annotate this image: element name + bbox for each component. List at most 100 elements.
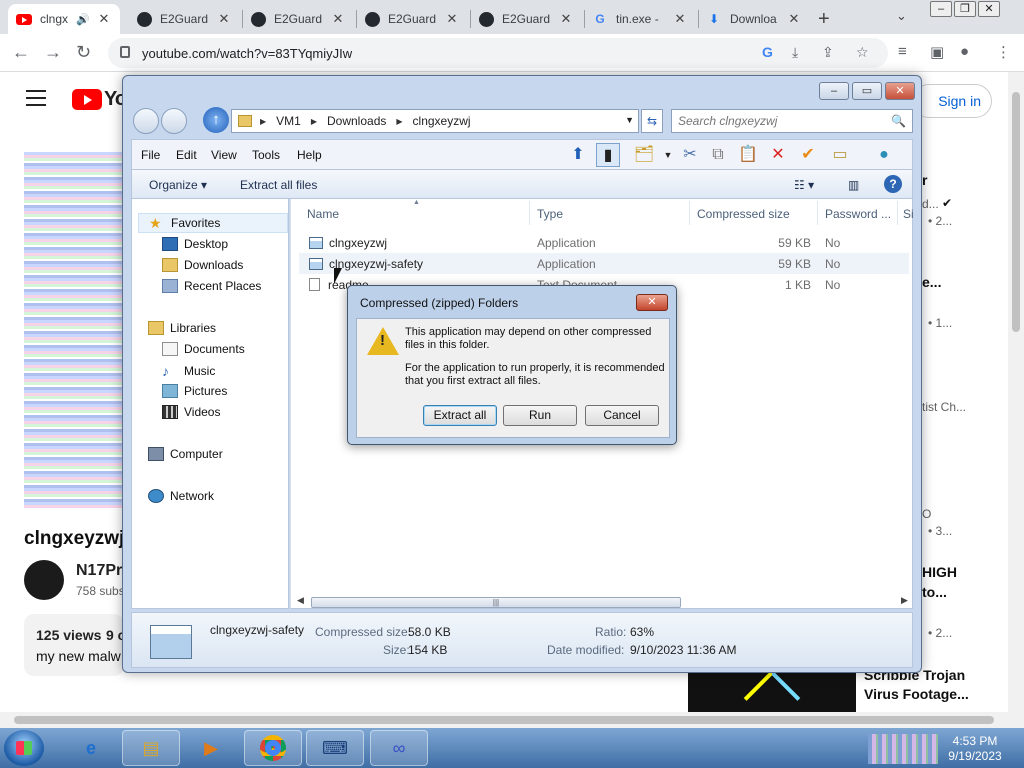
breadcrumb-vm1[interactable]: VM1 xyxy=(276,114,301,128)
forward-icon[interactable]: → xyxy=(44,42,62,63)
close-tab-icon[interactable]: ✕ xyxy=(216,11,232,27)
page-horizontal-scrollbar[interactable] xyxy=(0,712,1024,728)
description-box[interactable] xyxy=(24,614,124,676)
bookmark-star-icon[interactable]: ☆ xyxy=(856,44,869,61)
breadcrumb-chevron-icon[interactable]: ▶ xyxy=(260,117,266,126)
google-lens-icon[interactable]: G xyxy=(762,44,773,60)
address-dropdown-icon[interactable]: ▼ xyxy=(625,115,634,125)
new-tab-icon[interactable]: + xyxy=(818,8,830,31)
change-view-icon[interactable]: ☷ ▾ xyxy=(794,178,814,192)
channel-name[interactable]: N17Pr xyxy=(76,562,122,580)
menu-tools[interactable]: Tools xyxy=(252,148,280,162)
back-icon[interactable]: ← xyxy=(12,42,30,63)
extract-all-files-button[interactable]: Extract all files xyxy=(240,178,317,192)
file-row[interactable]: clngxeyzwj Application 59 KB No xyxy=(299,232,909,253)
checkmark-icon[interactable]: ✔ xyxy=(796,143,820,167)
tab-search-chevron-icon[interactable]: ⌄ xyxy=(896,8,907,24)
breadcrumb-chevron-icon[interactable]: ▶ xyxy=(396,117,402,126)
close-tab-icon[interactable]: ✕ xyxy=(786,11,802,27)
scrollbar-thumb[interactable] xyxy=(14,716,994,724)
search-icon[interactable]: 🔍 xyxy=(891,114,906,128)
back-icon[interactable] xyxy=(133,108,159,134)
address-bar[interactable]: youtube.com/watch?v=83TYqmiyJIw G ⤓ ⇪ ☆ xyxy=(108,38,888,68)
nav-computer[interactable]: Computer xyxy=(148,447,223,461)
properties-icon[interactable]: ▭ xyxy=(828,143,852,167)
nav-downloads[interactable]: Downloads xyxy=(162,258,243,272)
column-header-password[interactable]: Password ... xyxy=(825,207,891,221)
tab-github-2[interactable]: E2Guard ✕ xyxy=(242,4,354,34)
explorer-search[interactable]: 🔍 xyxy=(671,109,913,133)
nav-documents[interactable]: Documents xyxy=(162,342,245,356)
media-controls-icon[interactable]: ≡ xyxy=(898,43,907,60)
menu-view[interactable]: View xyxy=(211,148,237,162)
column-divider[interactable] xyxy=(817,201,818,225)
url-text[interactable]: youtube.com/watch?v=83TYqmiyJIw xyxy=(142,46,352,61)
internet-explorer-icon[interactable]: e xyxy=(62,730,120,766)
file-row[interactable]: clngxeyzwj-safety Application 59 KB No xyxy=(299,253,909,274)
restore-icon[interactable]: ❐ xyxy=(954,1,976,17)
scrollbar-thumb[interactable] xyxy=(1012,92,1020,332)
minimize-icon[interactable]: – xyxy=(819,82,849,100)
copy-icon[interactable]: ⧉ xyxy=(706,143,730,167)
dialog-close-icon[interactable]: ✕ xyxy=(636,294,668,311)
search-input[interactable] xyxy=(678,111,888,131)
menu-edit[interactable]: Edit xyxy=(176,148,197,162)
refresh-icon[interactable]: ⇆ xyxy=(641,109,663,133)
tab-github-1[interactable]: E2Guard ✕ xyxy=(128,4,240,34)
taskbar-clock[interactable]: 4:53 PM 9/19/2023 xyxy=(940,734,1010,764)
minimize-icon[interactable]: – xyxy=(930,1,952,17)
maximize-icon[interactable]: ▭ xyxy=(852,82,882,100)
menu-file[interactable]: File xyxy=(141,148,160,162)
install-app-icon[interactable]: ⤓ xyxy=(792,44,798,61)
nav-recent-places[interactable]: Recent Places xyxy=(162,279,261,293)
cut-icon[interactable]: ✂ xyxy=(678,143,702,167)
tab-youtube[interactable]: clngx 🔊 ✕ xyxy=(8,4,120,34)
folder-check-icon[interactable]: 🗂 xyxy=(632,143,656,167)
nav-videos[interactable]: Videos xyxy=(162,405,220,419)
close-tab-icon[interactable]: ✕ xyxy=(672,11,688,27)
file-list-horizontal-scrollbar[interactable]: ◀ ||| ▶ xyxy=(295,595,909,609)
preview-pane-toggle-icon[interactable]: ▥ xyxy=(848,178,859,192)
chrome-icon[interactable] xyxy=(244,730,302,766)
tab-downloads[interactable]: ⬇ Downloa ✕ xyxy=(698,4,810,34)
tab-github-3[interactable]: E2Guard ✕ xyxy=(356,4,468,34)
paste-icon[interactable]: 📋 xyxy=(736,143,760,167)
nav-network[interactable]: Network xyxy=(148,489,214,503)
help-icon[interactable]: ? xyxy=(884,175,902,193)
system-tray-icons[interactable] xyxy=(868,734,938,764)
column-divider[interactable] xyxy=(897,201,898,225)
reload-icon[interactable]: ↻ xyxy=(76,42,91,63)
channel-avatar[interactable] xyxy=(24,560,64,600)
kebab-menu-icon[interactable]: ⋮ xyxy=(996,43,1011,61)
infinity-app-icon[interactable]: ∞ xyxy=(370,730,428,766)
organize-button[interactable]: Organize ▾ xyxy=(149,178,207,192)
speaker-icon[interactable]: 🔊 xyxy=(76,13,90,26)
nav-favorites[interactable]: ★ Favorites xyxy=(138,213,288,233)
view-dropdown-icon[interactable]: ▼ xyxy=(656,143,680,167)
column-header-compressed-size[interactable]: Compressed size xyxy=(697,207,790,221)
share-icon[interactable]: ⇪ xyxy=(822,44,834,61)
video-player[interactable] xyxy=(24,152,124,508)
sign-in-button[interactable]: Sign in xyxy=(912,84,992,118)
column-divider[interactable] xyxy=(529,201,530,225)
forward-icon[interactable] xyxy=(161,108,187,134)
run-button[interactable]: Run xyxy=(503,405,577,426)
tab-google[interactable]: G tin.exe - ✕ xyxy=(584,4,696,34)
keyboard-app-icon[interactable]: ⌨ xyxy=(306,730,364,766)
nav-libraries[interactable]: Libraries xyxy=(148,321,216,335)
recommended-video-thumbnail[interactable] xyxy=(688,672,856,712)
close-tab-icon[interactable]: ✕ xyxy=(444,11,460,27)
scroll-left-icon[interactable]: ◀ xyxy=(297,595,304,606)
nav-music[interactable]: ♪ Music xyxy=(162,363,215,379)
column-header-type[interactable]: Type xyxy=(537,207,563,221)
lock-icon[interactable] xyxy=(120,46,130,58)
column-divider[interactable] xyxy=(689,201,690,225)
extract-all-button[interactable]: Extract all xyxy=(423,405,497,426)
close-tab-icon[interactable]: ✕ xyxy=(330,11,346,27)
breadcrumb-chevron-icon[interactable]: ▶ xyxy=(311,117,317,126)
tab-github-4[interactable]: E2Guard ✕ xyxy=(470,4,582,34)
close-tab-icon[interactable]: ✕ xyxy=(96,11,112,27)
nav-pictures[interactable]: Pictures xyxy=(162,384,227,398)
file-explorer-icon[interactable]: ▤ xyxy=(122,730,180,766)
delete-icon[interactable]: ✕ xyxy=(766,143,790,167)
